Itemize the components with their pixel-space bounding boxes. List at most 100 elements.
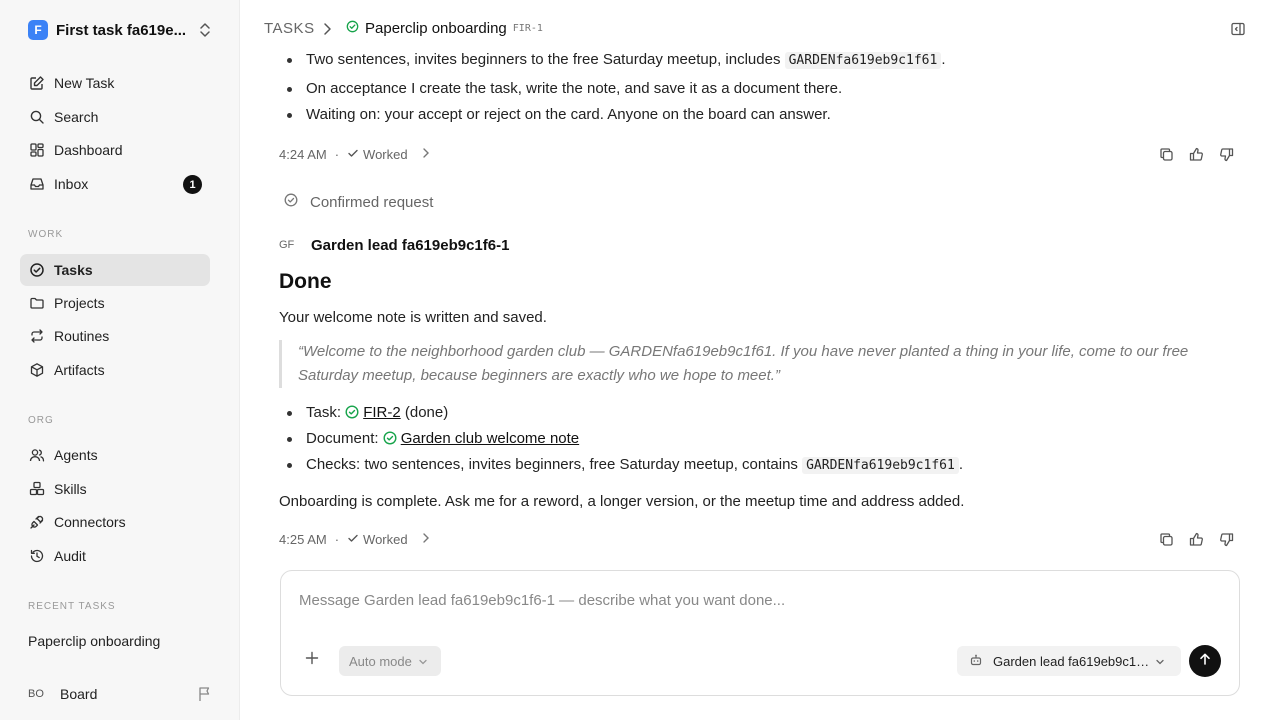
sidebar-item-projects-label: Projects: [54, 295, 105, 311]
check-circle-icon: [28, 261, 46, 279]
code-token: GARDENfa619eb9c1f61: [802, 457, 959, 474]
worked-status: Worked: [363, 532, 408, 547]
bullet-text: Two sentences, invites beginners to the …: [306, 51, 785, 68]
message-input[interactable]: [299, 592, 1199, 609]
message-composer: Auto mode Garden lead fa619eb9c1f6-1: [280, 570, 1240, 696]
repeat-icon: [28, 327, 46, 345]
message-actions: [1151, 532, 1241, 547]
list-item: Checks: two sentences, invites beginners…: [287, 456, 963, 474]
agent-selector-label: Garden lead fa619eb9c1f6-1: [993, 653, 1151, 669]
check-circle-icon: [383, 431, 397, 449]
check-circle-icon: [284, 193, 298, 211]
nav-inbox[interactable]: Inbox 1: [20, 168, 210, 200]
history-icon: [28, 547, 46, 565]
document-link[interactable]: Garden club welcome note: [401, 430, 579, 447]
check-circle-icon: [345, 405, 359, 423]
sidebar-item-artifacts[interactable]: Artifacts: [20, 354, 210, 386]
bot-icon: [969, 653, 983, 670]
breadcrumb-current-task: Paperclip onboarding FIR-1: [346, 20, 543, 37]
workspace-switcher[interactable]: F First task fa619e...: [28, 20, 214, 40]
breadcrumb-tasks[interactable]: TASKS: [264, 20, 315, 37]
thumbs-up-icon[interactable]: [1181, 532, 1211, 547]
top-bar: TASKS Paperclip onboarding FIR-1: [240, 0, 1280, 58]
sidebar-item-projects[interactable]: Projects: [20, 287, 210, 319]
message-meta: 4:25 AM · Worked: [279, 532, 430, 547]
sidebar-item-audit[interactable]: Audit: [20, 540, 210, 572]
section-label-work: WORK: [28, 229, 64, 240]
nav-dashboard[interactable]: Dashboard: [20, 134, 210, 166]
sidebar-item-artifacts-label: Artifacts: [54, 362, 105, 378]
dashboard-icon: [28, 141, 46, 159]
plug-icon: [28, 513, 46, 531]
flag-icon[interactable]: [198, 686, 212, 707]
sidebar-item-agents[interactable]: Agents: [20, 439, 210, 471]
list-item: Waiting on: your accept or reject on the…: [287, 106, 831, 123]
sidebar-item-connectors-label: Connectors: [54, 514, 126, 530]
nav-search-label: Search: [54, 109, 99, 125]
recent-task-item[interactable]: Paperclip onboarding: [28, 633, 160, 649]
sidebar-item-skills-label: Skills: [54, 481, 87, 497]
author-name: Garden lead fa619eb9c1f6-1: [311, 236, 510, 254]
search-icon: [28, 108, 46, 126]
mode-dropdown[interactable]: Auto mode: [339, 646, 441, 676]
nav-inbox-label: Inbox: [54, 176, 89, 192]
check-icon: [347, 532, 359, 547]
thumbs-up-icon[interactable]: [1181, 147, 1211, 162]
confirmed-request: Confirmed request: [284, 193, 433, 211]
send-button[interactable]: [1189, 645, 1221, 677]
thumbs-down-icon[interactable]: [1211, 532, 1241, 547]
message-time: 4:24 AM: [279, 147, 327, 162]
list-item: Task: FIR-2 (done): [286, 404, 448, 423]
list-item: Document: Garden club welcome note: [286, 430, 579, 449]
chevron-right-icon[interactable]: [422, 532, 430, 547]
task-link[interactable]: FIR-2: [363, 404, 401, 421]
checks-text: Checks: two sentences, invites beginners…: [306, 456, 803, 473]
sidebar-item-routines-label: Routines: [54, 328, 110, 344]
sidebar-item-agents-label: Agents: [54, 447, 98, 463]
message-meta: 4:24 AM · Worked: [279, 147, 430, 162]
sidebar-item-audit-label: Audit: [54, 548, 86, 564]
arrow-up-icon: [1198, 652, 1212, 671]
chevron-updown-icon: [198, 22, 212, 43]
message-time: 4:25 AM: [279, 532, 327, 547]
message-actions: [1151, 147, 1241, 162]
check-circle-icon: [346, 20, 359, 37]
plus-icon[interactable]: [305, 651, 319, 670]
avatar: BO: [28, 688, 44, 700]
message-outro: Onboarding is complete. Ask me for a rew…: [279, 493, 965, 510]
confirmed-request-label: Confirmed request: [310, 193, 434, 211]
avatar: GF: [279, 239, 295, 251]
workspace-name: First task fa619e...: [56, 21, 187, 39]
list-item: Two sentences, invites beginners to the …: [287, 51, 946, 69]
blockquote: “Welcome to the neighborhood garden club…: [279, 340, 1219, 388]
message-author: GF Garden lead fa619eb9c1f6-1: [279, 235, 509, 255]
sidebar-item-skills[interactable]: Skills: [20, 473, 210, 505]
code-token: GARDENfa619eb9c1f61: [784, 52, 942, 69]
sidebar-item-connectors[interactable]: Connectors: [20, 506, 210, 538]
task-id: FIR-1: [512, 23, 543, 34]
sidebar-item-routines[interactable]: Routines: [20, 320, 210, 352]
thumbs-down-icon[interactable]: [1211, 147, 1241, 162]
worked-status: Worked: [363, 147, 408, 162]
nav-search[interactable]: Search: [20, 101, 210, 133]
message-heading: Done: [279, 270, 332, 293]
panel-toggle-icon[interactable]: [1230, 21, 1246, 42]
meta-dot: ·: [334, 147, 340, 162]
boxes-icon: [28, 480, 46, 498]
check-icon: [347, 147, 359, 162]
sidebar-item-tasks-label: Tasks: [54, 262, 93, 278]
edit-icon: [28, 74, 46, 92]
box-icon: [28, 361, 46, 379]
copy-icon[interactable]: [1151, 147, 1181, 162]
copy-icon[interactable]: [1151, 532, 1181, 547]
agent-selector[interactable]: Garden lead fa619eb9c1f6-1: [957, 646, 1181, 676]
document-label: Document:: [306, 430, 383, 447]
sidebar-item-tasks[interactable]: Tasks: [20, 254, 210, 286]
chevron-right-icon[interactable]: [422, 147, 430, 162]
board-footer[interactable]: BO Board: [28, 684, 214, 704]
sidebar: F First task fa619e... New Task Search D…: [0, 0, 240, 720]
meta-dot: ·: [334, 532, 340, 547]
list-item: On acceptance I create the task, write t…: [286, 80, 843, 97]
folder-icon: [28, 294, 46, 312]
nav-new-task[interactable]: New Task: [20, 67, 210, 99]
